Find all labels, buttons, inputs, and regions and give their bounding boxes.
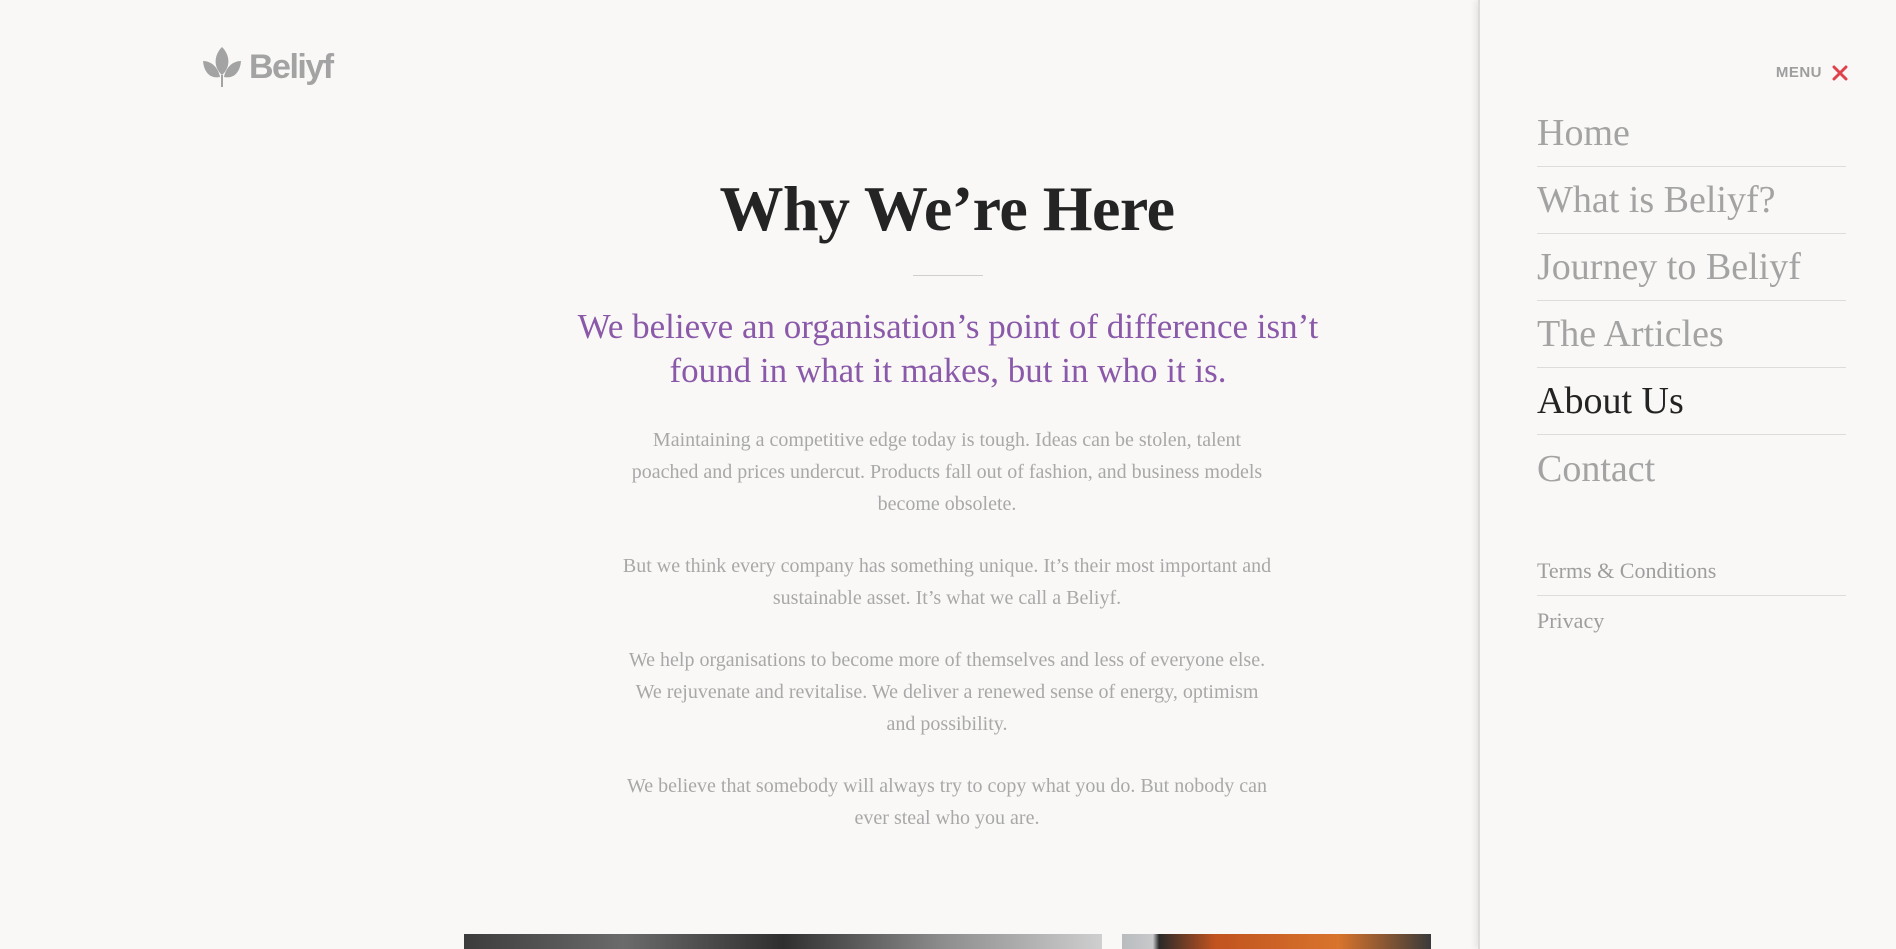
nav-item-home[interactable]: Home	[1537, 100, 1846, 167]
menu-label: MENU	[1775, 64, 1822, 81]
main-content: Beliyf Why We’re Here We believe an orga…	[0, 0, 1478, 949]
team-photo-right	[1122, 934, 1431, 949]
menu-panel: MENU Home What is Beliyf? Journey to Bel…	[1478, 0, 1896, 949]
secondary-nav: Terms & Conditions Privacy	[1537, 547, 1846, 645]
main-nav: Home What is Beliyf? Journey to Beliyf T…	[1537, 100, 1846, 502]
brand-name: Beliyf	[249, 47, 334, 86]
brand-logo[interactable]: Beliyf	[201, 44, 334, 90]
body-paragraph-3: We help organisations to become more of …	[628, 649, 1266, 735]
nav-item-what-is-beliyf[interactable]: What is Beliyf?	[1537, 167, 1846, 234]
nav-item-journey-to-beliyf[interactable]: Journey to Beliyf	[1537, 234, 1846, 301]
title-divider	[913, 275, 983, 276]
leaf-icon	[203, 47, 241, 87]
nav-item-privacy[interactable]: Privacy	[1537, 596, 1846, 645]
close-icon[interactable]	[1832, 65, 1848, 81]
body-paragraph-4: We believe that somebody will always try…	[627, 775, 1267, 829]
nav-item-the-articles[interactable]: The Articles	[1537, 301, 1846, 368]
menu-close-button[interactable]: MENU	[1776, 64, 1848, 81]
nav-item-about-us[interactable]: About Us	[1537, 368, 1846, 435]
nav-item-contact[interactable]: Contact	[1537, 435, 1846, 502]
body-paragraph-1: Maintaining a competitive edge today is …	[631, 429, 1263, 515]
team-photo-left	[464, 934, 1102, 949]
body-paragraph-2: But we think every company has something…	[622, 555, 1272, 609]
lead-statement: We believe an organisation’s point of di…	[577, 307, 1319, 390]
nav-item-terms[interactable]: Terms & Conditions	[1537, 547, 1846, 596]
